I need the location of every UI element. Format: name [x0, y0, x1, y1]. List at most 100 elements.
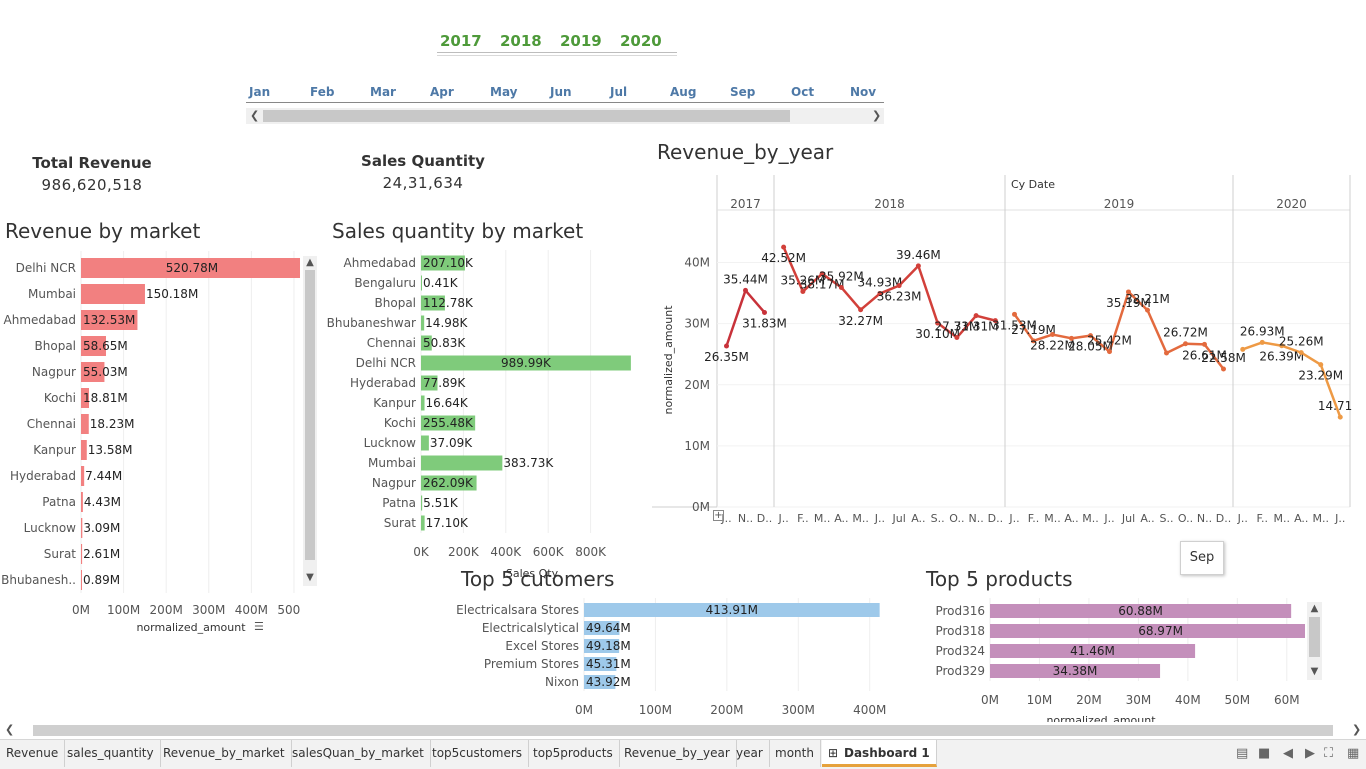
month-option-oct[interactable]: Oct [791, 85, 814, 99]
x-tick-label: 200M [710, 703, 743, 717]
month-option-mar[interactable]: Mar [370, 85, 396, 99]
month-option-aug[interactable]: Aug [670, 85, 696, 99]
data-label: 26.72M [1163, 326, 1208, 340]
sort-descending-icon[interactable]: ☰ [254, 620, 264, 633]
data-label: 26.35M [704, 350, 749, 364]
scroll-down-icon[interactable]: ▼ [1307, 666, 1322, 678]
tab-dashboard-1[interactable]: ⊞ Dashboard 1 [822, 740, 937, 767]
bar [81, 570, 82, 590]
x-tick-label: M.. [852, 512, 868, 525]
data-label: 989.99K [501, 356, 552, 370]
revenue-by-market-chart: 0M 100M 200M 300M 400M 500M Delhi NCR 520.78M Mu… [1, 251, 300, 634]
scroll-right-icon[interactable]: ❯ [1352, 723, 1361, 736]
data-point [724, 343, 729, 349]
tab-revenue-by-year[interactable]: Revenue_by_year [618, 740, 737, 767]
tab-revenue[interactable]: Revenue [0, 740, 66, 767]
data-point [1107, 349, 1112, 355]
data-point [838, 284, 844, 290]
scroll-up-icon[interactable]: ▲ [303, 257, 317, 269]
category-label: Bhopal [35, 339, 76, 353]
x-tick-label: 300M [782, 703, 815, 717]
year-option-2018[interactable]: 2018 [500, 32, 542, 50]
scroll-left-icon[interactable]: ❮ [5, 723, 14, 736]
year-option-2017[interactable]: 2017 [440, 32, 482, 50]
tab-year[interactable]: year [730, 740, 770, 767]
month-option-jul[interactable]: Jul [610, 85, 627, 99]
fullscreen-icon[interactable]: ▦ [1347, 746, 1359, 761]
data-point [1050, 332, 1055, 338]
next-sheet-icon[interactable]: ▶ [1305, 746, 1315, 761]
series-line-segment [1184, 342, 1206, 346]
filmstrip-view-icon[interactable]: ▤ [1236, 746, 1248, 761]
top5-products-scroll-thumb[interactable] [1309, 617, 1320, 657]
tab-revenue-by-market[interactable]: Revenue_by_market [157, 740, 292, 767]
year-option-2020[interactable]: 2020 [620, 32, 662, 50]
month-option-jun[interactable]: Jun [550, 85, 572, 99]
month-option-feb[interactable]: Feb [310, 85, 334, 99]
x-tick-label: A.. [1064, 512, 1078, 525]
data-label: 49.18M [586, 639, 631, 653]
category-label: Kanpur [33, 443, 76, 457]
tab-month[interactable]: month [769, 740, 821, 767]
data-point [915, 263, 921, 269]
data-label: 50.83K [423, 336, 466, 350]
month-option-jan[interactable]: Jan [249, 85, 270, 99]
x-tick-label: D.. [757, 512, 772, 525]
dashboard-scroll-thumb[interactable] [33, 725, 1333, 736]
category-label: Mumbai [28, 287, 76, 301]
tab-sales-quantity[interactable]: sales_quantity [61, 740, 161, 767]
series-line-segment [744, 289, 766, 314]
tab-top5customers[interactable]: top5customers [426, 740, 530, 767]
month-option-may[interactable]: May [490, 85, 518, 99]
data-point [1145, 307, 1150, 313]
data-point [1337, 414, 1343, 420]
bar [81, 492, 83, 512]
month-filter-scroll-thumb[interactable] [263, 110, 790, 122]
month-option-sep[interactable]: Sep [730, 85, 755, 99]
year-option-2019[interactable]: 2019 [560, 32, 602, 50]
month-option-nov[interactable]: Nov [850, 85, 876, 99]
data-label: 32.21M [1125, 292, 1170, 306]
sales-qty-by-market-chart: 0K 200K 400K 600K 800K Ahmedabad 207.10K Bengal… [327, 250, 631, 580]
series-line-segment [1300, 351, 1322, 366]
tab-top5products[interactable]: top5products [527, 740, 620, 767]
scroll-left-icon[interactable]: ❮ [250, 108, 259, 124]
revenue-by-market-scrollbar[interactable]: ▲ ▼ [303, 256, 317, 586]
category-label: Nagpur [32, 365, 76, 379]
tab-view-icon[interactable]: ■ [1258, 746, 1270, 761]
x-tick-label: S.. [931, 512, 945, 525]
data-label: 58.65M [83, 339, 128, 353]
tab-salesquan-by-market[interactable]: salesQuan_by_market [286, 740, 431, 767]
data-point [973, 313, 979, 319]
revenue-by-market-scroll-thumb[interactable] [305, 270, 315, 560]
data-label: 26.93M [1240, 324, 1285, 338]
top5-products-scrollbar[interactable]: ▲ ▼ [1307, 602, 1322, 680]
bar [81, 518, 83, 538]
kpi-sales-quantity-value: 24,31,634 [382, 174, 464, 192]
prev-sheet-icon[interactable]: ◀ [1283, 746, 1293, 761]
expand-axis-icon[interactable]: + [713, 510, 724, 521]
x-tick-label: 10M [1027, 693, 1053, 707]
category-label: Delhi NCR [16, 261, 76, 275]
bar [421, 275, 422, 291]
category-label: Electricalslytical [482, 621, 579, 635]
y-tick-label: 20M [684, 378, 710, 392]
fit-screen-icon[interactable]: ⛶ [1324, 746, 1333, 761]
category-label: Bengaluru [354, 276, 416, 290]
bar [81, 284, 145, 304]
month-option-apr[interactable]: Apr [430, 85, 454, 99]
data-label: 0.41K [423, 276, 459, 290]
x-tick-label: 600K [533, 545, 565, 559]
data-point [1318, 362, 1324, 368]
month-filter-scrollbar[interactable]: ❮ ❯ [246, 108, 884, 124]
category-label: Lucknow [364, 436, 417, 450]
data-label: 31.83M [742, 316, 787, 330]
x-tick-label: 0M [72, 603, 90, 617]
scroll-right-icon[interactable]: ❯ [872, 108, 881, 124]
scroll-down-icon[interactable]: ▼ [303, 572, 317, 584]
category-label: Kochi [384, 416, 416, 430]
data-label: 25.26M [1279, 335, 1324, 349]
scroll-up-icon[interactable]: ▲ [1307, 603, 1322, 615]
x-tick-label: 800K [575, 545, 607, 559]
dashboard-horizontal-scrollbar[interactable]: ❮ ❯ [0, 722, 1366, 739]
